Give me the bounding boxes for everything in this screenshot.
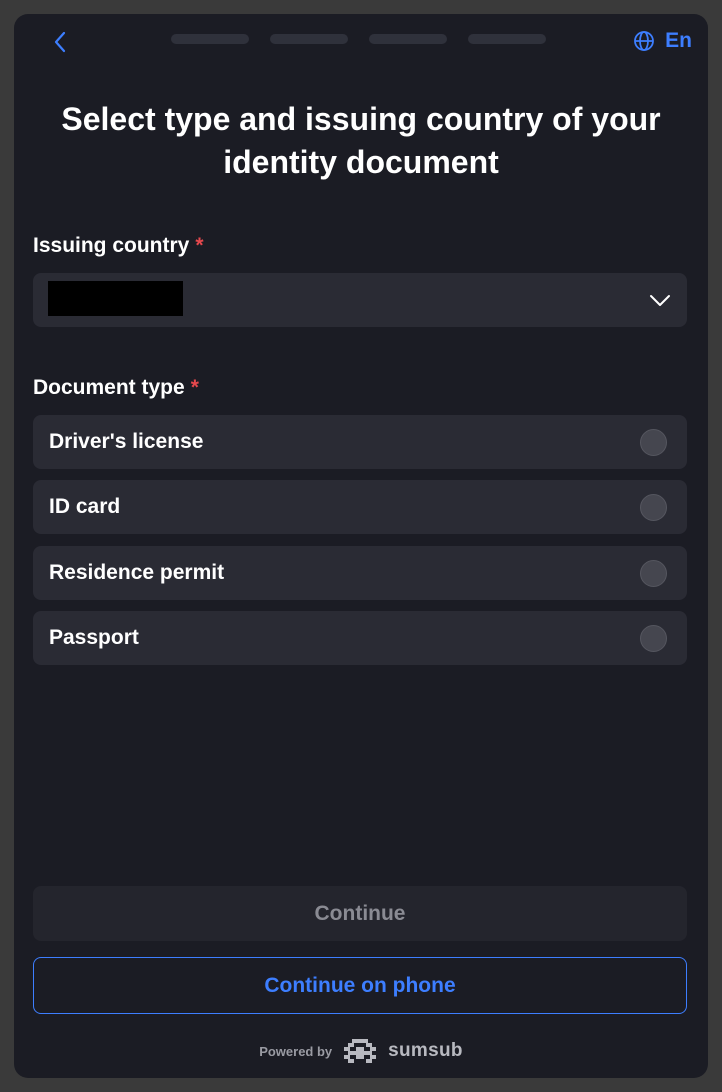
continue-button[interactable]: Continue (33, 886, 687, 941)
option-drivers-license[interactable]: Driver's license (33, 415, 687, 469)
required-mark: * (190, 376, 199, 399)
option-residence-permit[interactable]: Residence permit (33, 546, 687, 600)
option-label: ID card (49, 495, 121, 518)
option-label: Driver's license (49, 430, 204, 453)
radio-button[interactable] (640, 429, 667, 456)
brand-name: sumsub (388, 1040, 463, 1061)
verification-card: En Select type and issuing country of yo… (14, 14, 708, 1078)
chevron-down-icon (650, 295, 670, 306)
option-id-card[interactable]: ID card (33, 480, 687, 534)
top-bar: En (14, 14, 708, 66)
page-title: Select type and issuing country of your … (61, 101, 661, 180)
step-progress (171, 34, 546, 44)
continue-on-phone-button[interactable]: Continue on phone (33, 957, 687, 1014)
progress-step (171, 34, 249, 44)
language-label: En (665, 29, 692, 52)
progress-step (369, 34, 447, 44)
progress-step (270, 34, 348, 44)
document-type-label-text: Document type (33, 376, 185, 399)
issuing-country-select[interactable] (33, 273, 687, 327)
issuing-country-label-text: Issuing country (33, 234, 190, 257)
required-mark: * (195, 234, 204, 257)
progress-step (468, 34, 546, 44)
option-label: Passport (49, 626, 139, 649)
globe-icon (634, 31, 655, 51)
sumsub-logo-icon (344, 1039, 377, 1063)
issuing-country-label: Issuing country * (33, 234, 204, 258)
chevron-left-icon (54, 31, 66, 53)
powered-by-text: Powered by (259, 1043, 333, 1059)
radio-button[interactable] (640, 494, 667, 521)
option-label: Residence permit (49, 561, 225, 584)
redacted-country-value (48, 281, 183, 316)
radio-button[interactable] (640, 560, 667, 587)
radio-button[interactable] (640, 625, 667, 652)
back-button[interactable] (44, 26, 76, 58)
document-type-label: Document type * (33, 376, 199, 400)
language-selector[interactable]: En (633, 26, 692, 56)
option-passport[interactable]: Passport (33, 611, 687, 665)
powered-by-footer: Powered by sumsub (14, 1036, 708, 1066)
